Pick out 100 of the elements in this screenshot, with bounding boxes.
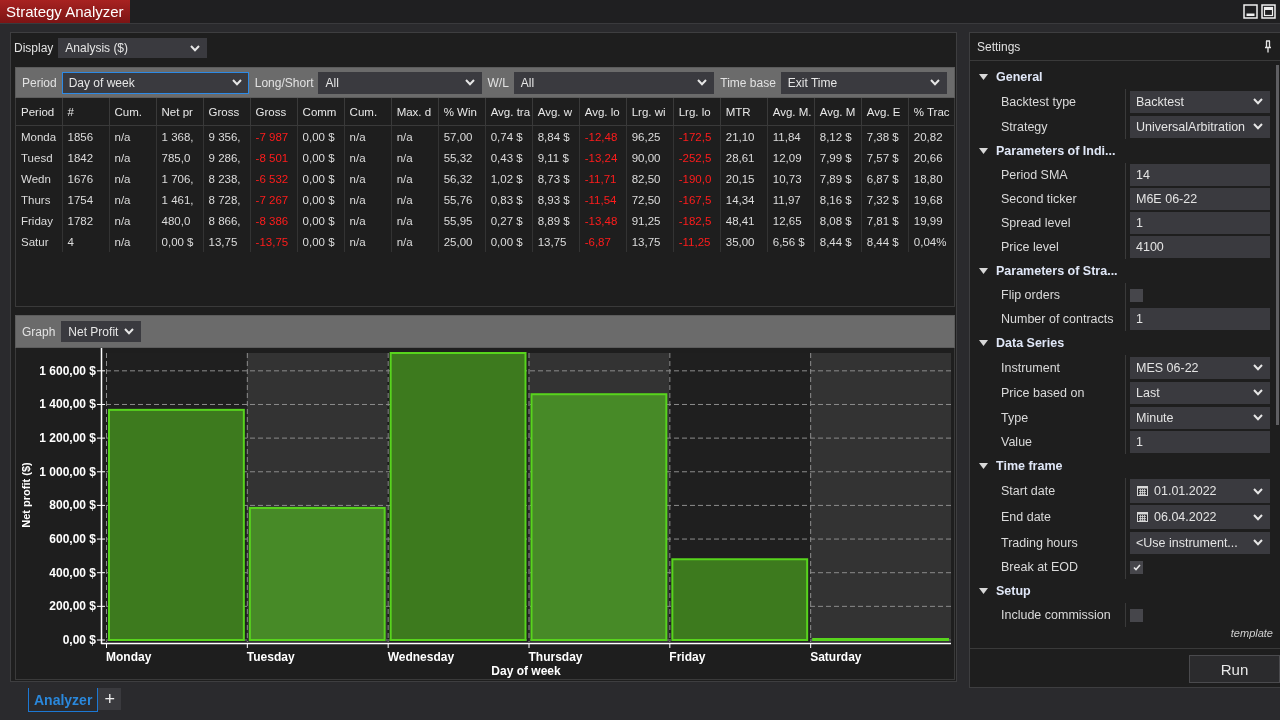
property-field[interactable]: 1 [1130, 308, 1270, 330]
table-cell: 55,95 [438, 210, 486, 231]
column-header[interactable]: % Trac [908, 98, 954, 126]
table-cell: 8,89 $ [532, 210, 580, 231]
property-field[interactable]: 1 [1130, 212, 1270, 234]
property-field[interactable]: 4100 [1130, 236, 1270, 258]
table-cell: 9 286, [203, 147, 251, 168]
table-cell: 7,32 $ [861, 189, 909, 210]
checkbox[interactable] [1130, 560, 1143, 574]
column-header[interactable]: Max. d [391, 98, 439, 126]
filter-dropdown[interactable]: All [318, 71, 482, 94]
template-link[interactable]: template [1230, 627, 1273, 643]
calendar-icon [1137, 512, 1148, 522]
table-cell: 55,32 [438, 147, 486, 168]
maximize-icon[interactable] [1261, 4, 1276, 19]
table-cell: 0,00 $ [297, 168, 345, 189]
axis-tick-label: 0,00 $ [62, 633, 96, 647]
checkbox[interactable] [1130, 288, 1143, 302]
property-dropdown[interactable]: <Use instrument... [1130, 531, 1270, 554]
table-cell: Monda [16, 125, 62, 147]
table-cell: 1782 [62, 210, 110, 231]
column-header[interactable]: Lrg. wi [626, 98, 674, 126]
chevron-down-icon [1253, 539, 1263, 546]
scrollbar-thumb[interactable] [1276, 65, 1279, 425]
column-header[interactable]: Net pr [156, 98, 204, 126]
property-dropdown[interactable]: Backtest [1130, 90, 1270, 113]
table-cell: -12,48 [579, 125, 627, 147]
column-header[interactable]: % Win [438, 98, 486, 126]
table-cell: 8 866, [203, 210, 251, 231]
table-cell: 1 461, [156, 189, 204, 210]
run-button[interactable]: Run [1189, 655, 1280, 683]
filter-dropdown[interactable]: All [513, 71, 715, 94]
table-cell: 9,11 $ [532, 147, 580, 168]
property-label: Include commission [1000, 607, 1112, 624]
column-header[interactable]: MTR [720, 98, 768, 126]
property-dropdown[interactable]: MES 06-22 [1130, 356, 1270, 379]
table-cell: 1856 [62, 125, 110, 147]
table-cell: 12,65 [767, 210, 815, 231]
column-header[interactable]: Comm [297, 98, 345, 126]
checkbox[interactable] [1130, 608, 1143, 622]
axis-tick-label: 400,00 $ [49, 565, 96, 580]
category-header[interactable]: Parameters of Indi... [970, 139, 1274, 163]
column-header[interactable]: Lrg. lo [673, 98, 721, 126]
filter-dropdown[interactable]: Exit Time [780, 71, 947, 94]
column-header[interactable]: Cum. [344, 98, 392, 126]
category-header[interactable]: Setup [970, 579, 1274, 603]
table-cell: -11,71 [579, 168, 627, 189]
table-cell: n/a [344, 168, 392, 189]
table-cell: 25,00 [438, 231, 486, 252]
table-cell: 13,75 [532, 231, 580, 252]
category-header[interactable]: Time frame [970, 454, 1274, 478]
category-label: Wednesday [387, 650, 455, 664]
category-label: Saturday [810, 650, 862, 664]
property-label: Period SMA [1000, 167, 1069, 184]
category-header[interactable]: Data Series [970, 331, 1274, 355]
table-cell: 8,73 $ [532, 168, 580, 189]
table-cell: 0,00 $ [297, 231, 345, 252]
table-cell: 0,00 $ [485, 231, 533, 252]
column-header[interactable]: Avg. M [814, 98, 862, 126]
graph-dropdown[interactable]: Net Profit [61, 321, 142, 342]
column-header[interactable]: Avg. tra [485, 98, 533, 126]
table-cell: 7,99 $ [814, 147, 862, 168]
table-cell: 18,80 [908, 168, 954, 189]
table-cell: 8 728, [203, 189, 251, 210]
filter-dropdown[interactable]: Day of week [61, 71, 249, 94]
table-cell: n/a [344, 231, 392, 252]
pin-icon[interactable] [1264, 40, 1272, 53]
property-dropdown[interactable]: Last [1130, 381, 1270, 404]
table-cell: 11,84 [767, 125, 815, 147]
column-header[interactable]: Avg. M. [767, 98, 815, 126]
date-picker[interactable]: 01.01.2022 [1130, 479, 1270, 503]
property-field[interactable]: M6E 06-22 [1130, 188, 1270, 210]
chevron-down-icon [697, 79, 708, 86]
property-field[interactable]: 1 [1130, 431, 1270, 453]
property-dropdown[interactable]: Minute [1130, 406, 1270, 429]
column-header[interactable]: Avg. w [532, 98, 580, 126]
column-header[interactable]: Avg. E [861, 98, 909, 126]
add-tab-button[interactable]: + [98, 688, 122, 710]
table-cell: 0,27 $ [485, 210, 533, 231]
minimize-icon[interactable] [1243, 4, 1258, 19]
column-header[interactable]: Cum. [109, 98, 157, 126]
category-header[interactable]: Parameters of Stra... [970, 259, 1274, 283]
table-cell: -190,0 [673, 168, 721, 189]
table-cell: -11,54 [579, 189, 627, 210]
date-picker[interactable]: 06.04.2022 [1130, 505, 1270, 529]
column-header[interactable]: Gross [250, 98, 298, 126]
table-cell: 0,43 $ [485, 147, 533, 168]
column-header[interactable]: Period [16, 98, 62, 126]
property-field[interactable]: 14 [1130, 164, 1270, 186]
property-dropdown[interactable]: UniversalArbitration [1130, 115, 1270, 138]
column-header[interactable]: Avg. lo [579, 98, 627, 126]
property-label: Second ticker [1000, 191, 1078, 208]
column-header[interactable]: # [62, 98, 110, 126]
category-header[interactable]: General [970, 65, 1274, 89]
table-cell: 8,93 $ [532, 189, 580, 210]
table-cell: Tuesd [16, 147, 62, 168]
display-dropdown[interactable]: Analysis ($) [58, 38, 208, 58]
table-cell: 13,75 [626, 231, 674, 252]
column-header[interactable]: Gross [203, 98, 251, 126]
property-label: Number of contracts [1000, 311, 1115, 328]
